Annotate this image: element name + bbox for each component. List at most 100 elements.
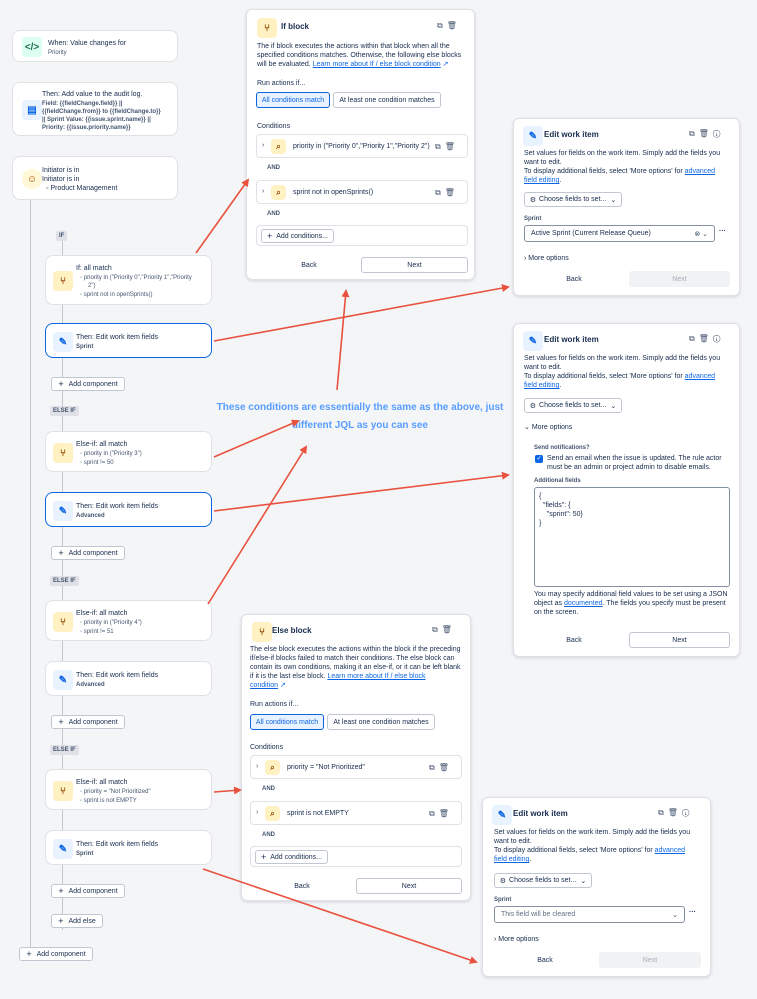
copy-delete-icons[interactable]: ⧉🗑	[432, 625, 456, 635]
choose-fields-button[interactable]: ⚙ Choose fields to set... ⌄	[524, 192, 622, 207]
more-actions-icon[interactable]: ···	[719, 227, 726, 236]
documented-link[interactable]: documented	[564, 600, 603, 607]
chevron-down-icon: ⌄	[610, 402, 617, 410]
add-component-button[interactable]: + Add component	[51, 884, 125, 898]
chevron-right-icon[interactable]: ›	[262, 142, 264, 149]
add-conditions-row: + Add conditions...	[256, 225, 468, 246]
add-component-button[interactable]: + Add component	[51, 377, 125, 391]
initiator-title: Initiator is in	[42, 167, 80, 174]
more-actions-icon[interactable]: ···	[689, 908, 696, 917]
back-button[interactable]: Back	[544, 271, 604, 287]
add-conditions-button[interactable]: + Add conditions...	[255, 850, 328, 864]
condition-bullet: sprint != 51	[80, 628, 114, 636]
add-component-button-root[interactable]: + Add component	[19, 947, 93, 961]
chevron-right-icon[interactable]: ›	[256, 809, 258, 816]
one-condition-toggle[interactable]: At least one condition matches	[327, 714, 435, 730]
condition-bullet: priority in ("Priority 3")	[80, 450, 142, 458]
advanced-link[interactable]: advanced	[685, 168, 715, 175]
all-conditions-toggle[interactable]: All conditions match	[250, 714, 324, 730]
if-block-panel: ⑂ If block ⧉🗑 The if block executes the …	[246, 9, 475, 280]
edit-icon: ✎	[523, 331, 543, 351]
copy-delete-icons[interactable]: ⧉🗑	[435, 142, 459, 152]
branch-icon: ⑂	[53, 781, 73, 801]
help-text: on the screen.	[534, 609, 579, 616]
next-button[interactable]: Next	[629, 632, 730, 648]
audit-line: || Sprint Value: {{issue.sprint.name}} |…	[42, 117, 151, 123]
condition-link[interactable]: condition	[250, 682, 278, 689]
more-options-toggle[interactable]: ⌄ More options	[524, 423, 572, 432]
chevron-right-icon[interactable]: ›	[262, 188, 264, 195]
add-component-button[interactable]: + Add component	[51, 546, 125, 560]
search-icon: ⌕	[265, 806, 280, 821]
advanced-link[interactable]: advanced	[685, 373, 715, 380]
one-condition-toggle[interactable]: At least one condition matches	[333, 92, 441, 108]
search-icon: ⌕	[271, 139, 286, 154]
field-editing-link[interactable]: field editing	[524, 382, 559, 389]
field-editing-link[interactable]: field editing	[524, 177, 559, 184]
add-conditions-button[interactable]: + Add conditions...	[261, 229, 334, 243]
back-button[interactable]: Back	[272, 878, 332, 894]
choose-fields-button[interactable]: ⚙ Choose fields to set... ⌄	[524, 398, 622, 413]
notifications-checkbox[interactable]: ✓	[535, 455, 543, 463]
audit-log-card[interactable]: ▤ Then: Add value to the audit log. Fiel…	[12, 82, 178, 136]
copy-delete-icons[interactable]: ⧉🗑	[435, 188, 459, 198]
clear-chevron-icons[interactable]: ⊗ ⌄	[694, 230, 708, 238]
sprint-select[interactable]: This field will be cleared ⌄	[494, 906, 685, 923]
and-label: AND	[267, 165, 280, 171]
back-button[interactable]: Back	[544, 632, 604, 648]
else-if-condition-card-2[interactable]: ⑂ Else-if: all match priority in ("Prior…	[45, 600, 212, 641]
else-if-title: Else-if: all match	[76, 610, 128, 617]
copy-delete-icons[interactable]: ⧉🗑	[437, 21, 461, 31]
initiator-condition-card[interactable]: ☺ Initiator is in Initiator is in ◦ Prod…	[12, 156, 178, 200]
else-if-condition-card-3[interactable]: ⑂ Else-if: all match priority = "Not Pri…	[45, 769, 212, 810]
trigger-card[interactable]: </> When: Value changes for Priority	[12, 30, 178, 62]
copy-delete-icons[interactable]: ⧉🗑	[429, 809, 453, 819]
copy-delete-help-icons[interactable]: ⧉🗑ⓘ	[689, 129, 724, 139]
condition-row[interactable]: › ⌕ priority = "Not Prioritized" ⧉🗑	[250, 755, 462, 779]
more-options-toggle[interactable]: › More options	[524, 254, 569, 263]
additional-fields-textarea[interactable]: { "fields": { "sprint": 50} }	[534, 487, 730, 587]
gear-icon: ⚙	[529, 402, 537, 410]
choose-fields-button[interactable]: ⚙ Choose fields to set... ⌄	[494, 873, 592, 888]
arrow-elseif3-to-elseblock	[213, 786, 242, 795]
all-conditions-toggle[interactable]: All conditions match	[256, 92, 330, 108]
panel-desc: The if block executes the actions within…	[257, 43, 450, 50]
next-button-disabled[interactable]: Next	[599, 952, 701, 968]
if-condition-card[interactable]: ⑂ If: all match priority in ("Priority 0…	[45, 255, 212, 305]
else-if-condition-card-1[interactable]: ⑂ Else-if: all match priority in ("Prior…	[45, 431, 212, 472]
back-button[interactable]: Back	[279, 257, 339, 273]
chevron-right-icon[interactable]: ›	[256, 763, 258, 770]
panel-desc: if it is the last else block. Learn more…	[250, 673, 426, 680]
condition-row[interactable]: › ⌕ sprint not in openSprints() ⧉🗑	[256, 180, 468, 204]
then-edit-sprint-card-1[interactable]: ✎ Then: Edit work item fields Sprint	[45, 323, 212, 358]
condition-text: priority = "Not Prioritized"	[287, 764, 365, 771]
user-condition-icon: ☺	[22, 169, 42, 189]
learn-more-link[interactable]: Learn more about If / else block conditi…	[313, 61, 441, 68]
condition-row[interactable]: › ⌕ sprint is not EMPTY ⧉🗑	[250, 801, 462, 825]
learn-more-link[interactable]: Learn more about If / else block	[327, 673, 425, 680]
chevron-down-icon[interactable]: ⌄	[672, 911, 678, 919]
next-button[interactable]: Next	[356, 878, 462, 894]
help-text: You may specify additional field values …	[534, 591, 728, 598]
copy-delete-icons[interactable]: ⧉🗑	[429, 763, 453, 773]
add-else-button[interactable]: + Add else	[51, 914, 103, 928]
back-button[interactable]: Back	[515, 952, 575, 968]
advanced-link[interactable]: advanced	[655, 847, 685, 854]
then-edit-sprint-card-2[interactable]: ✎ Then: Edit work item fields Sprint	[45, 830, 212, 865]
sprint-select[interactable]: Active Sprint (Current Release Queue) ⊗ ⌄	[524, 225, 715, 242]
plus-icon: +	[58, 886, 64, 896]
else-if-tag: ELSE IF	[50, 745, 79, 755]
search-icon: ⌕	[271, 185, 286, 200]
add-component-button[interactable]: + Add component	[51, 715, 125, 729]
then-edit-advanced-card-2[interactable]: ✎ Then: Edit work item fields Advanced	[45, 661, 212, 696]
copy-delete-help-icons[interactable]: ⧉🗑ⓘ	[658, 808, 693, 818]
condition-row[interactable]: › ⌕ priority in ("Priority 0","Priority …	[256, 134, 468, 158]
copy-delete-help-icons[interactable]: ⧉🗑ⓘ	[689, 334, 724, 344]
field-editing-link[interactable]: field editing	[494, 856, 529, 863]
chevron-down-icon: ⌄	[524, 424, 530, 431]
next-button-disabled[interactable]: Next	[629, 271, 730, 287]
next-button[interactable]: Next	[361, 257, 468, 273]
then-edit-advanced-card-1[interactable]: ✎ Then: Edit work item fields Advanced	[45, 492, 212, 527]
panel-desc: field editing.	[524, 382, 562, 389]
more-options-toggle[interactable]: › More options	[494, 935, 539, 944]
